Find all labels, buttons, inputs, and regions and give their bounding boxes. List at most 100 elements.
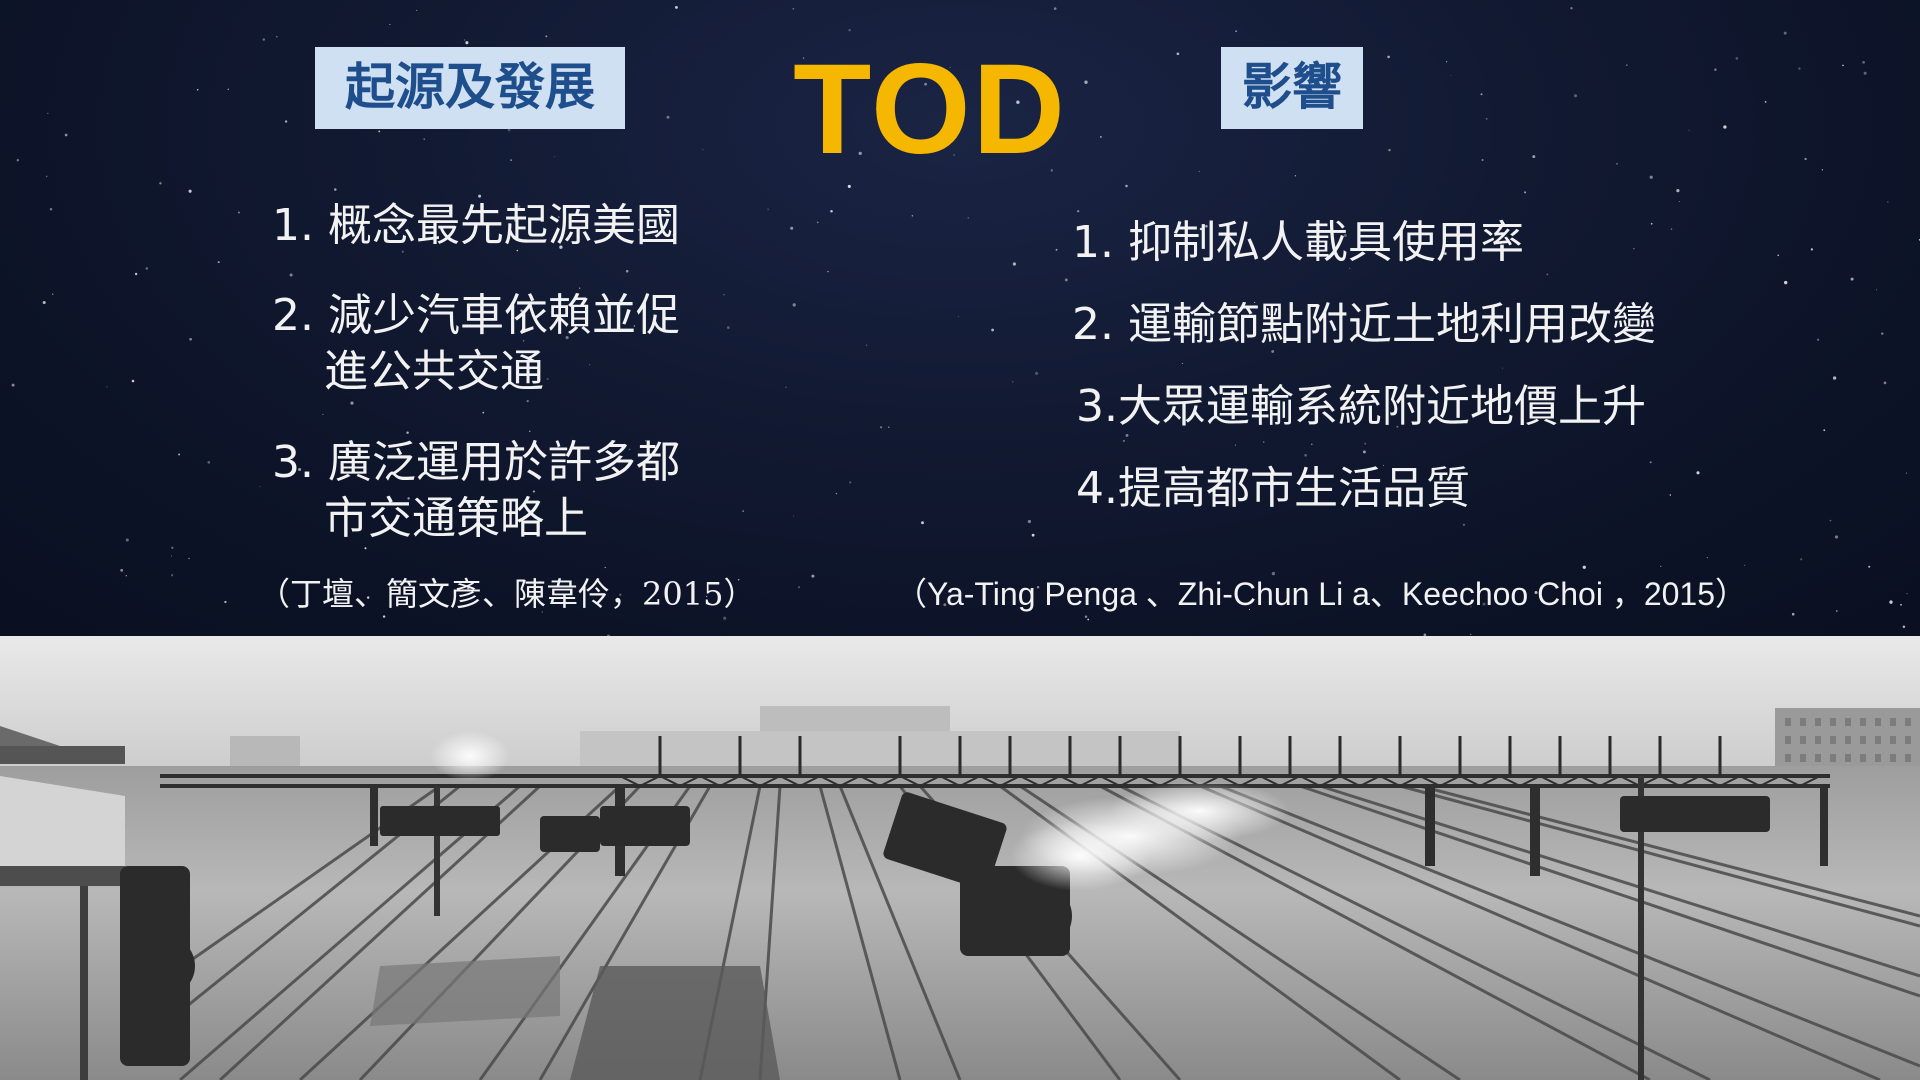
star [726,326,730,329]
star [350,401,354,405]
star [1087,618,1090,621]
star [406,431,409,434]
star [1649,175,1653,179]
star [1889,600,1893,604]
star [1835,610,1838,612]
impact-item-2: 2. 運輸節點附近土地利用改變 [1072,297,1656,353]
origin-item-text-continued: 進公共交通 [324,346,544,397]
star [1842,64,1844,67]
origin-item-text: 減少汽車依賴並促 [327,290,680,341]
star [378,130,381,133]
star [334,188,337,191]
star [848,28,851,32]
star [1883,381,1887,385]
star [1012,381,1014,383]
star [262,38,265,41]
star [792,303,796,307]
star [1887,201,1889,203]
star [416,9,418,12]
star [1714,68,1717,71]
impact-item-text: 提高都市生活品質 [1117,463,1470,514]
star [767,208,769,210]
star [284,120,288,123]
star [723,616,727,620]
star [217,261,220,264]
star [125,538,129,542]
star [1810,248,1813,251]
star [790,226,794,230]
impact-item-4: 4.提高都市生活品質 [1076,461,1470,517]
star [1234,444,1236,446]
star [888,426,890,428]
star [1573,94,1578,98]
star [1582,565,1586,569]
star [811,574,815,578]
star [1723,125,1727,129]
origin-item-text: 概念最先起源美國 [327,200,680,251]
star [482,411,485,414]
origin-item-2: 2. 減少汽車依賴並促 進公共交通 [272,288,680,400]
star [42,300,46,305]
star [792,515,794,517]
star [49,207,53,211]
star [171,555,172,557]
impact-label: 影響 [1221,47,1363,129]
star [1462,523,1466,526]
star [545,35,548,38]
star [134,272,138,276]
page-title: TOD [793,38,1067,181]
slide: 起源及發展 TOD 影響 1. 概念最先起源美國 2. 減少汽車依賴並促 進公共… [0,0,1920,1080]
star [1235,30,1237,32]
star [47,112,49,114]
star [827,270,829,273]
star [1362,450,1366,454]
origin-citation: （丁壇、簡文彥、陳韋伶，2015） [258,575,756,613]
star [1744,564,1746,567]
star [1304,453,1307,457]
star [967,217,969,219]
star [1823,429,1826,432]
star [1660,565,1662,568]
star [702,149,704,151]
star [1122,439,1125,442]
star [1387,55,1390,59]
star [1829,519,1832,522]
star [52,293,54,295]
star [742,510,744,512]
star [189,337,192,341]
star [16,159,19,162]
impact-item-text: 大眾運輸系統附近地價上升 [1117,381,1646,432]
star [911,214,914,217]
star [625,269,629,273]
star [106,386,108,388]
origin-item-number: 2. [272,290,314,341]
star [1800,558,1803,561]
star [1817,338,1820,341]
star [1784,280,1788,285]
star [1570,6,1573,10]
star [1084,80,1088,84]
star [1546,273,1549,276]
impact-item-number: 3. [1076,381,1118,432]
star [529,430,531,432]
star [1649,461,1652,464]
star [1670,228,1673,230]
star [64,133,68,137]
star [1798,67,1801,70]
impact-item-text: 抑制私人載具使用率 [1127,217,1524,268]
star [1012,262,1016,266]
star [1862,61,1865,64]
star [1445,61,1448,63]
impact-item-3: 3.大眾運輸系統附近地價上升 [1076,379,1646,435]
star [1053,7,1057,10]
impact-item-number: 1. [1072,217,1114,268]
star [289,273,293,277]
star [510,159,512,161]
star [1176,52,1180,56]
star [178,453,181,456]
star [1678,201,1680,203]
star [196,88,199,91]
star [604,566,606,569]
star [1777,254,1780,257]
star [1502,367,1503,369]
